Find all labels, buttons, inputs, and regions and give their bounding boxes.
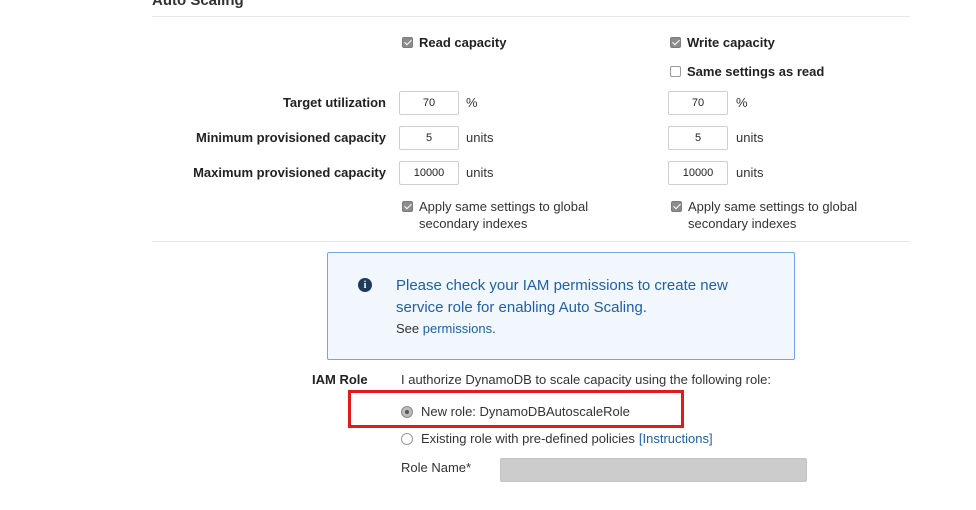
read-min-unit: units xyxy=(466,130,494,145)
read-target-utilization-input[interactable]: 70 xyxy=(399,91,459,115)
write-capacity-label: Write capacity xyxy=(687,35,775,50)
iam-role-description: I authorize DynamoDB to scale capacity u… xyxy=(401,372,771,387)
target-utilization-label: Target utilization xyxy=(282,95,386,110)
write-gsi-checkbox[interactable]: Apply same settings to global secondary … xyxy=(671,198,857,232)
read-capacity-checkbox[interactable]: Read capacity xyxy=(402,35,506,50)
write-capacity-checkbox[interactable]: Write capacity xyxy=(670,35,775,50)
same-settings-check-icon[interactable] xyxy=(670,66,681,77)
info-see-suffix: . xyxy=(492,321,496,336)
existing-role-label: Existing role with pre-defined policies xyxy=(421,431,635,446)
write-min-capacity-input[interactable]: 5 xyxy=(668,126,728,150)
divider-middle xyxy=(152,241,910,242)
write-target-unit: % xyxy=(736,95,748,110)
read-capacity-check-icon[interactable] xyxy=(402,37,413,48)
read-min-capacity-input[interactable]: 5 xyxy=(399,126,459,150)
write-min-unit: units xyxy=(736,130,764,145)
read-max-capacity-input[interactable]: 10000 xyxy=(399,161,459,185)
read-capacity-label: Read capacity xyxy=(419,35,507,50)
write-gsi-label: Apply same settings to global secondary … xyxy=(688,198,857,232)
read-gsi-checkbox[interactable]: Apply same settings to global secondary … xyxy=(402,198,588,232)
same-settings-label: Same settings as read xyxy=(687,64,825,79)
existing-role-radio[interactable]: Existing role with pre-defined policies … xyxy=(401,431,713,446)
divider-top xyxy=(152,16,910,17)
permissions-link[interactable]: permissions xyxy=(423,321,492,336)
write-max-unit: units xyxy=(736,165,764,180)
read-target-unit: % xyxy=(466,95,478,110)
section-title: Auto Scaling xyxy=(152,0,244,9)
write-gsi-line1: Apply same settings to global xyxy=(688,199,858,214)
info-icon: i xyxy=(358,278,372,292)
info-see-line: See permissions. xyxy=(396,321,496,336)
min-capacity-label: Minimum provisioned capacity xyxy=(196,130,386,145)
iam-permissions-alert: i Please check your IAM permissions to c… xyxy=(327,252,795,360)
info-see-prefix: See xyxy=(396,321,420,336)
read-gsi-check-icon[interactable] xyxy=(402,201,413,212)
write-capacity-check-icon[interactable] xyxy=(670,37,681,48)
iam-role-label: IAM Role xyxy=(312,372,368,387)
read-max-unit: units xyxy=(466,165,494,180)
info-message: Please check your IAM permissions to cre… xyxy=(396,277,728,316)
write-gsi-check-icon[interactable] xyxy=(671,201,682,212)
max-capacity-label: Maximum provisioned capacity xyxy=(193,165,386,180)
write-max-capacity-input[interactable]: 10000 xyxy=(668,161,728,185)
read-gsi-line2: secondary indexes xyxy=(419,216,528,231)
read-gsi-line1: Apply same settings to global xyxy=(419,199,589,214)
role-name-label: Role Name* xyxy=(401,460,472,475)
write-gsi-line2: secondary indexes xyxy=(688,216,797,231)
new-role-highlight-box xyxy=(348,390,684,428)
role-name-input[interactable] xyxy=(500,458,807,482)
read-gsi-label: Apply same settings to global secondary … xyxy=(419,198,588,232)
instructions-link[interactable]: [Instructions] xyxy=(639,431,713,446)
same-settings-checkbox[interactable]: Same settings as read xyxy=(670,64,824,79)
write-target-utilization-input[interactable]: 70 xyxy=(668,91,728,115)
existing-role-radio-icon[interactable] xyxy=(401,432,413,445)
